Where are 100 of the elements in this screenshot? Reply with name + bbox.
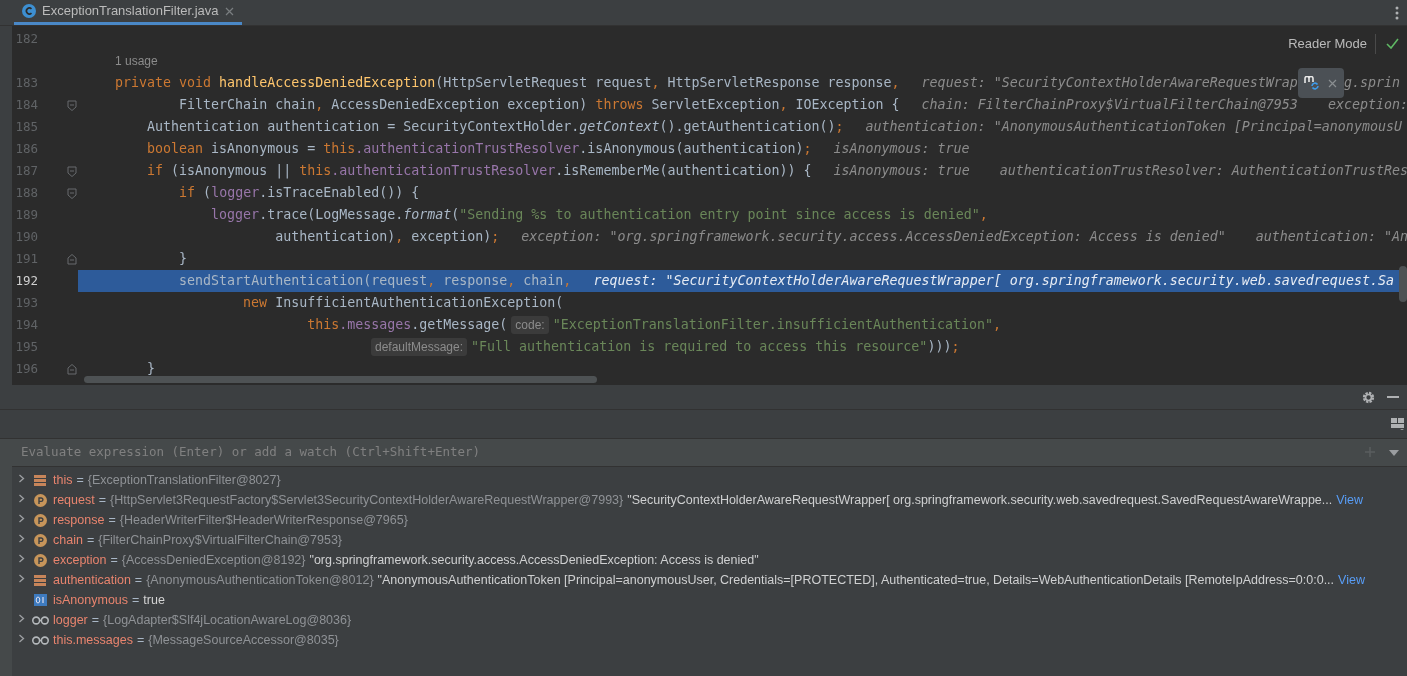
inline-value-hint: authentication: "An [1255,228,1407,247]
variable-value: {LogAdapter$Slf4jLocationAwareLog@8036} [103,611,352,629]
variable-name: this [53,471,73,489]
code-token: sendStartAuthentication(request [179,272,428,291]
equals-sign: = [134,571,143,589]
code-token: chain [523,272,564,291]
code-token: , [395,228,405,247]
inline-value-hint: request: "SecurityContextHolderAwareRequestWrap [921,74,1298,93]
variable-name: response [53,511,105,529]
code-token: authentication) [275,228,396,247]
reader-mode-button[interactable]: Reader Mode [1288,34,1376,54]
code-token: if [147,162,165,181]
code-token: this [323,140,356,159]
parameter-icon [33,513,47,527]
code-token: FilterChain chain [179,96,316,115]
variable-name: authentication [53,571,131,589]
variable-name: this.messages [53,631,133,649]
fold-icon[interactable] [67,363,77,375]
layout-icon[interactable] [1391,418,1404,430]
code-token: , [563,272,572,291]
code-token: .getMessage( [411,316,508,335]
code-token: .trace(LogMessage. [259,206,404,225]
inline-value-hint: authentication: "AnonymousAuthenticationToken [Principal=anonymousU [865,118,1402,137]
vertical-scrollbar[interactable] [1399,266,1407,302]
field-icon [34,474,46,486]
evaluate-input[interactable]: Evaluate expression (Enter) or add a watch (Ctrl+Shift+Enter) [21,443,1365,462]
line-number: 188 [14,183,38,202]
line-number: 186 [14,139,38,158]
equals-sign: = [110,551,118,569]
code-token: , [427,272,437,291]
parameter-icon [33,493,47,507]
fold-icon[interactable] [67,253,77,265]
equals-sign: = [76,471,84,489]
code-token: boolean [147,140,205,159]
dropdown-icon[interactable] [1389,449,1399,456]
code-token: ( [451,206,460,225]
code-token: .messages [339,316,412,335]
variable-name: request [53,491,95,509]
variable-value: {HeaderWriterFilter$HeaderWriterResponse@7965} [119,511,408,529]
code-token: throws [595,96,645,115]
code-token: logger [211,184,260,203]
fold-icon[interactable] [67,187,77,199]
fold-icon[interactable] [67,165,77,177]
variable-name: isAnonymous [53,591,129,609]
close-icon[interactable] [1328,78,1338,88]
close-icon[interactable] [224,6,234,16]
code-token: IOException { [795,96,900,115]
view-link[interactable]: View [1338,570,1365,590]
line-number: 193 [14,293,38,312]
line-number: 191 [14,249,38,268]
line-number: 190 [14,227,38,246]
equals-sign: = [108,511,116,529]
primitive-icon [33,594,47,606]
code-token: , [507,272,517,291]
settings-icon[interactable] [1362,390,1375,404]
code-token: ( [203,184,212,203]
inline-value-hint: authenticationTrustResolver: AuthenticationTrustRes [999,162,1407,181]
code-token: new [243,294,269,313]
code-token: this [299,162,332,181]
more-icon[interactable] [1395,5,1399,20]
equals-sign: = [91,611,100,629]
variable-name: exception [53,551,107,569]
code-token: handleAccessDeniedException [219,74,436,93]
variable-string: "org.springframework.security.access.AccessDeniedException: Access is denied" [309,551,759,569]
code-token: ; [491,228,500,247]
inline-value-hint: exception: "org.springframework.security.access.AccessDeniedException: Access is denied" [521,228,1226,247]
usage-count[interactable]: 1 usage [115,52,158,70]
code-token: response [443,272,508,291]
parameter-hint: code: [511,316,549,334]
horizontal-scrollbar[interactable] [84,376,597,383]
reload-icon[interactable] [1304,76,1321,90]
code-token: .authenticationTrustResolver [331,162,556,181]
class-icon [22,4,36,18]
field-icon [34,574,46,586]
variable-value: {HttpServlet3RequestFactory$Servlet3SecurityContextHolderAwareRequestWrapper@7993} [110,491,624,509]
code-token: InsufficientAuthenticationException( [275,294,564,313]
variable-value: {ExceptionTranslationFilter@8027} [87,471,281,489]
code-token: HttpServletResponse response [667,74,892,93]
code-token: ().getAuthentication() [659,118,836,137]
parameter-hint: defaultMessage: [371,338,468,356]
code-token: Authentication authentication = SecurityContextHolder. [147,118,580,137]
code-token: , [779,96,789,115]
code-token: (HttpServletRequest request [435,74,652,93]
variable-string: "AnonymousAuthenticationToken [Principal=anonymousUser, Credentials=[PROTECTED], Authenticated=true, Details=WebAuthenticationDetails [RemoteIpAddress=0:0:0... [377,571,1335,589]
line-number: 182 [14,29,38,48]
code-token: AccessDeniedException exception) [331,96,589,115]
line-number: 189 [14,205,38,224]
evaluate-field[interactable]: Evaluate expression (Enter) or add a watch (Ctrl+Shift+Enter) [12,439,1407,467]
variable-value: {AccessDeniedException@8192} [121,551,306,569]
line-number: 194 [14,315,38,334]
code-token: .isAnonymous(authentication) [579,140,804,159]
line-number: 195 [14,337,38,356]
code-token: getContext [579,118,660,137]
equals-sign: = [136,631,145,649]
code-token: .isTraceEnabled()) { [259,184,420,203]
code-token: ServletException [651,96,780,115]
fold-icon[interactable] [67,99,77,111]
code-token: .authenticationTrustResolver [355,140,580,159]
view-link[interactable]: View [1336,490,1364,510]
variable-name: logger [53,611,88,629]
